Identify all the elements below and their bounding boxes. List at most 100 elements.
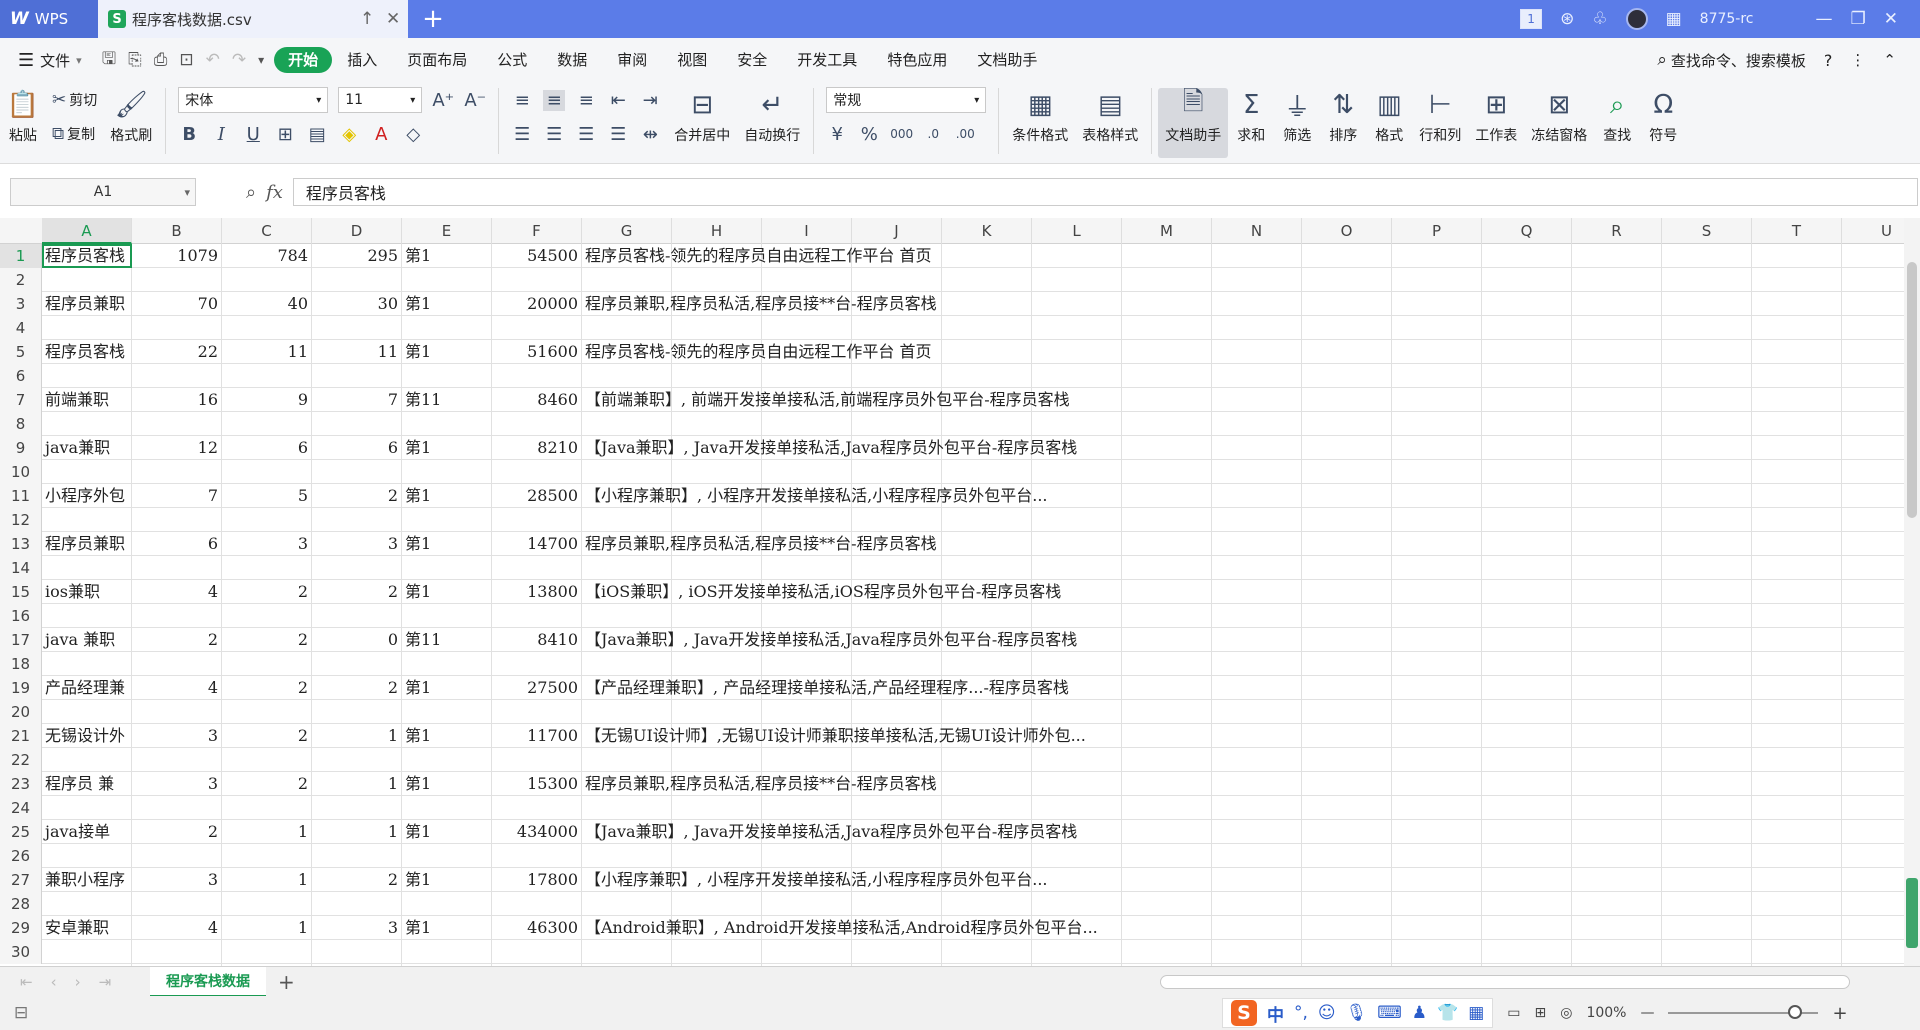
- column-header-i[interactable]: I: [762, 218, 852, 244]
- cell-d5[interactable]: 11: [312, 340, 401, 364]
- next-sheet-icon[interactable]: ›: [75, 973, 81, 991]
- align-bottom-icon[interactable]: ≡: [575, 90, 597, 111]
- row-header-16[interactable]: 16: [0, 604, 42, 628]
- row-header-22[interactable]: 22: [0, 748, 42, 772]
- doc-helper-button[interactable]: 🗎 文档助手: [1158, 87, 1229, 158]
- row-header-15[interactable]: 15: [0, 580, 42, 604]
- cell-fill-icon[interactable]: ▤: [306, 124, 328, 145]
- row-header-25[interactable]: 25: [0, 820, 42, 844]
- window-count-badge[interactable]: 1: [1520, 9, 1543, 29]
- ime-language[interactable]: 中: [1267, 1001, 1284, 1026]
- column-header-q[interactable]: Q: [1482, 218, 1572, 244]
- align-left-icon[interactable]: ☰: [511, 124, 533, 145]
- cell-b5[interactable]: 22: [132, 340, 221, 364]
- member-icon[interactable]: ▦: [1666, 9, 1682, 29]
- page-layout-icon[interactable]: ⊞: [1535, 1005, 1547, 1021]
- menu-home[interactable]: 开始: [274, 47, 333, 73]
- row-header-3[interactable]: 3: [0, 292, 42, 316]
- macro-icon[interactable]: ⊟: [14, 1003, 28, 1023]
- row-header-27[interactable]: 27: [0, 868, 42, 892]
- cell-d21[interactable]: 1: [312, 724, 401, 748]
- menu-data[interactable]: 数据: [542, 47, 602, 73]
- cell-e21[interactable]: 第1: [402, 724, 491, 748]
- find-button[interactable]: ⌕ 查找: [1594, 88, 1640, 158]
- cell-e3[interactable]: 第1: [402, 292, 491, 316]
- justify-icon[interactable]: ☰: [607, 124, 629, 145]
- cell-c11[interactable]: 5: [222, 484, 311, 508]
- cell-b9[interactable]: 12: [132, 436, 221, 460]
- format-button[interactable]: ▥ 格式: [1366, 88, 1412, 158]
- cell-c27[interactable]: 1: [222, 868, 311, 892]
- row-header-12[interactable]: 12: [0, 508, 42, 532]
- side-panel-handle[interactable]: [1906, 878, 1918, 948]
- cell-e29[interactable]: 第1: [402, 916, 491, 940]
- row-header-19[interactable]: 19: [0, 676, 42, 700]
- cell-a15[interactable]: ios兼职: [42, 580, 131, 604]
- row-header-26[interactable]: 26: [0, 844, 42, 868]
- avatar[interactable]: [1625, 8, 1648, 30]
- cell-g15[interactable]: 【iOS兼职】, iOS开发接单接私活,iOS程序员外包平台-程序员客栈: [582, 580, 1282, 604]
- first-sheet-icon[interactable]: ⇤: [20, 973, 33, 991]
- menu-security[interactable]: 安全: [722, 47, 782, 73]
- bold-icon[interactable]: B: [178, 124, 200, 145]
- cell-d25[interactable]: 1: [312, 820, 401, 844]
- cell-f7[interactable]: 8460: [492, 388, 581, 412]
- font-color-icon[interactable]: A: [370, 124, 392, 145]
- font-size-select[interactable]: 11 ▾: [338, 87, 423, 113]
- add-sheet-button[interactable]: +: [266, 970, 307, 994]
- row-header-29[interactable]: 29: [0, 916, 42, 940]
- user-icon[interactable]: ♟: [1412, 1003, 1427, 1023]
- cell-c17[interactable]: 2: [222, 628, 311, 652]
- column-header-f[interactable]: F: [492, 218, 582, 244]
- cell-b1[interactable]: 1079: [132, 244, 221, 268]
- row-header-2[interactable]: 2: [0, 268, 42, 292]
- outdent-icon[interactable]: ⇤: [607, 90, 629, 111]
- column-header-c[interactable]: C: [222, 218, 312, 244]
- wps-home-tab[interactable]: W WPS: [0, 0, 98, 38]
- formula-input[interactable]: 程序员客栈: [292, 178, 1918, 206]
- cut-button[interactable]: ✂ 剪切: [52, 90, 97, 110]
- column-header-g[interactable]: G: [582, 218, 672, 244]
- cell-d23[interactable]: 1: [312, 772, 401, 796]
- distributed-icon[interactable]: ⇹: [639, 124, 661, 145]
- cell-a27[interactable]: 兼职小程序: [42, 868, 131, 892]
- cell-g19[interactable]: 【产品经理兼职】, 产品经理接单接私活,产品经理程序...-程序员客栈: [582, 676, 1282, 700]
- cell-f27[interactable]: 17800: [492, 868, 581, 892]
- cell-g21[interactable]: 【无锡UI设计师】,无锡UI设计师兼职接单接私活,无锡UI设计师外包...: [582, 724, 1282, 748]
- row-header-28[interactable]: 28: [0, 892, 42, 916]
- cell-area[interactable]: 程序员客栈 1079 784 295 第1 54500 程序员客栈-领先的程序员自由远程工作…: [42, 244, 1904, 966]
- more-icon[interactable]: ▾: [258, 53, 264, 67]
- font-name-select[interactable]: 宋体 ▾: [178, 87, 329, 113]
- cell-g27[interactable]: 【小程序兼职】, 小程序开发接单接私活,小程序程序员外包平台...: [582, 868, 1282, 892]
- cell-e23[interactable]: 第1: [402, 772, 491, 796]
- save-icon[interactable]: 🖫: [102, 46, 116, 75]
- cell-f11[interactable]: 28500: [492, 484, 581, 508]
- row-header-20[interactable]: 20: [0, 700, 42, 724]
- menu-review[interactable]: 审阅: [602, 47, 662, 73]
- sum-button[interactable]: Σ 求和: [1228, 88, 1274, 158]
- row-header-5[interactable]: 5: [0, 340, 42, 364]
- zoom-slider[interactable]: [1668, 1005, 1819, 1019]
- cell-a1[interactable]: 程序员客栈: [42, 244, 131, 268]
- column-header-e[interactable]: E: [402, 218, 492, 244]
- cell-g17[interactable]: 【Java兼职】, Java开发接单接私活,Java程序员外包平台-程序员客栈: [582, 628, 1282, 652]
- row-header-8[interactable]: 8: [0, 412, 42, 436]
- cell-f1[interactable]: 54500: [492, 244, 581, 268]
- freeze-panes-button[interactable]: ⊠ 冻结窗格: [1524, 88, 1594, 158]
- fill-color-icon[interactable]: ◈: [338, 124, 360, 145]
- input-method-bar[interactable]: S 中 °, ☺ 🎙 ⌨ ♟ 👕 ▦: [1222, 998, 1494, 1028]
- conditional-format-button[interactable]: ▦ 条件格式: [1005, 88, 1075, 158]
- user-name[interactable]: 8775-rc: [1700, 11, 1754, 27]
- cell-d19[interactable]: 2: [312, 676, 401, 700]
- cell-a17[interactable]: java 兼职: [42, 628, 131, 652]
- cell-a3[interactable]: 程序员兼职: [42, 292, 131, 316]
- cell-f23[interactable]: 15300: [492, 772, 581, 796]
- normal-view-icon[interactable]: ▭: [1507, 1005, 1520, 1021]
- prev-sheet-icon[interactable]: ‹: [51, 973, 57, 991]
- cell-c3[interactable]: 40: [222, 292, 311, 316]
- close-tab-icon[interactable]: ✕: [386, 9, 400, 29]
- align-middle-icon[interactable]: ≡: [543, 89, 566, 111]
- cell-d11[interactable]: 2: [312, 484, 401, 508]
- cell-b19[interactable]: 4: [132, 676, 221, 700]
- cell-f3[interactable]: 20000: [492, 292, 581, 316]
